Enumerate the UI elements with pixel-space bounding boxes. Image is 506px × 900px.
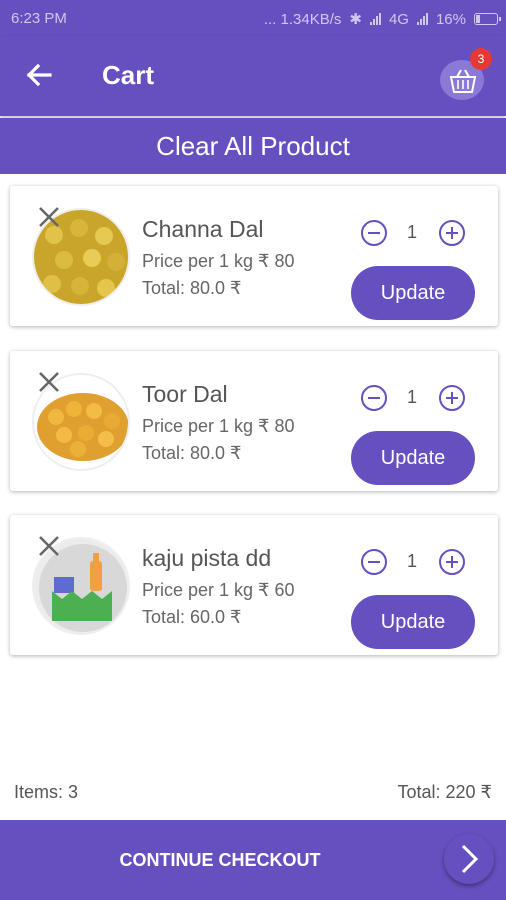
back-arrow-icon[interactable]: [22, 58, 56, 92]
bluetooth-icon: ✱: [349, 11, 362, 28]
product-price: Price per 1 kg ₹ 80: [142, 251, 295, 271]
page-title: Cart: [102, 60, 155, 90]
decrease-quantity-icon[interactable]: [360, 384, 388, 412]
increase-quantity-icon[interactable]: [438, 219, 466, 247]
update-button[interactable]: Update: [351, 266, 475, 320]
product-name: kaju pista dd: [142, 545, 272, 571]
basket-icon: [449, 69, 477, 93]
checkout-bar[interactable]: CONTINUE CHECKOUT: [0, 820, 506, 900]
status-indicators: ... 1.34KB/s ✱ 4G 16%: [263, 10, 501, 28]
increase-quantity-icon[interactable]: [438, 548, 466, 576]
product-total: Total: 80.0 ₹: [142, 278, 242, 298]
network-speed: ... 1.34KB/s: [263, 10, 342, 28]
remove-item-icon[interactable]: [36, 204, 62, 230]
product-total: Total: 60.0 ₹: [142, 607, 242, 627]
network-type: 4G: [388, 10, 409, 28]
product-total: Total: 80.0 ₹: [142, 443, 242, 463]
app-bar: Cart: [0, 36, 506, 116]
product-price: Price per 1 kg ₹ 60: [142, 580, 295, 600]
quantity-value: 1: [406, 551, 417, 571]
cart-item-card: kaju pista dd Price per 1 kg ₹ 60 Total:…: [10, 515, 498, 655]
items-count: Items: 3: [14, 782, 79, 802]
cart-item-card: Channa Dal Price per 1 kg ₹ 80 Total: 80…: [10, 186, 498, 326]
signal-icon: [369, 13, 381, 25]
increase-quantity-icon[interactable]: [438, 384, 466, 412]
update-button[interactable]: Update: [351, 431, 475, 485]
grand-total: Total: 220 ₹: [397, 782, 492, 802]
decrease-quantity-icon[interactable]: [360, 219, 388, 247]
quantity-value: 1: [406, 387, 417, 407]
remove-item-icon[interactable]: [36, 533, 62, 559]
decrease-quantity-icon[interactable]: [360, 548, 388, 576]
battery-percent: 16%: [435, 10, 466, 28]
product-name: Toor Dal: [142, 381, 228, 407]
status-bar: 6:23 PM ... 1.34KB/s ✱ 4G 16%: [0, 0, 506, 36]
battery-icon: [474, 13, 501, 25]
remove-item-icon[interactable]: [36, 369, 62, 395]
status-time: 6:23 PM: [11, 10, 67, 27]
continue-checkout-button[interactable]: CONTINUE CHECKOUT: [0, 820, 440, 900]
cart-item-card: Toor Dal Price per 1 kg ₹ 80 Total: 80.0…: [10, 351, 498, 491]
cart-badge: 3: [470, 48, 492, 70]
product-name: Channa Dal: [142, 216, 264, 242]
quantity-value: 1: [406, 222, 417, 242]
signal-icon-2: [416, 13, 428, 25]
chevron-right-icon[interactable]: [444, 834, 494, 884]
clear-all-button[interactable]: Clear All Product: [0, 118, 506, 174]
update-button[interactable]: Update: [351, 595, 475, 649]
product-price: Price per 1 kg ₹ 80: [142, 416, 295, 436]
